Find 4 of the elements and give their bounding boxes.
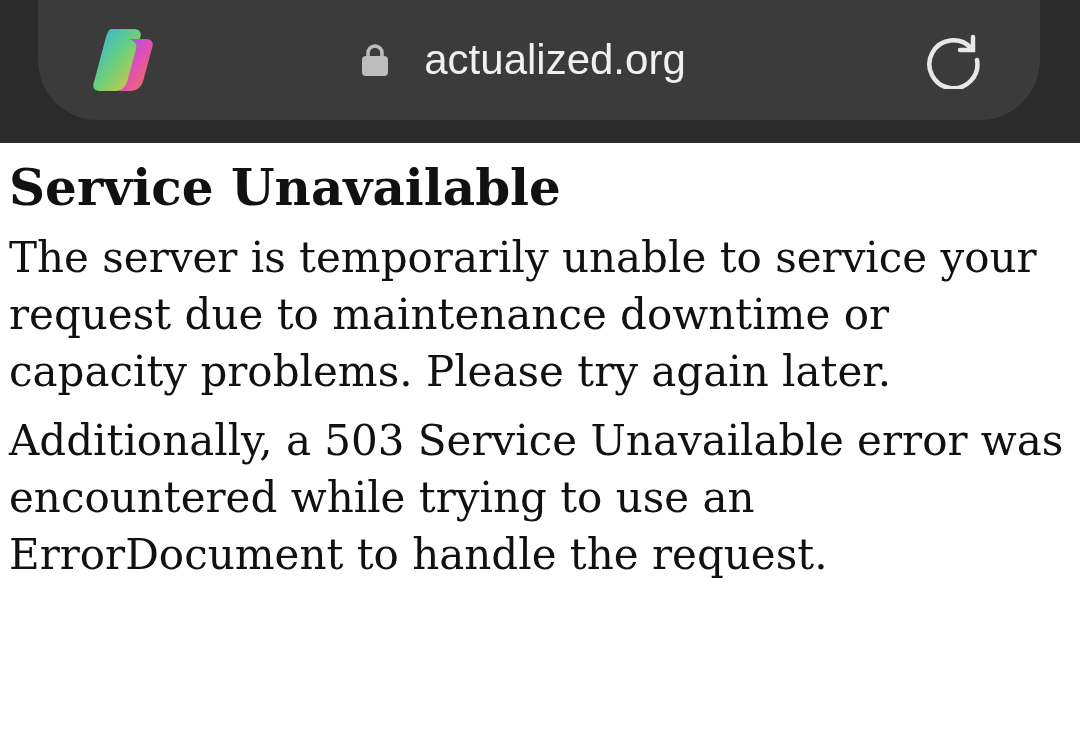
page-heading: Service Unavailable	[9, 157, 562, 219]
error-paragraph: Additionally, a 503 Service Unavailable error was encountered while trying to use an ErrorDocument to handle the request.	[9, 415, 1065, 581]
address-url[interactable]: actualized.org	[424, 36, 686, 84]
error-paragraph: The server is temporarily unable to service your request due to maintenance downtime or capacity problems. Please try again later.	[9, 232, 1038, 398]
